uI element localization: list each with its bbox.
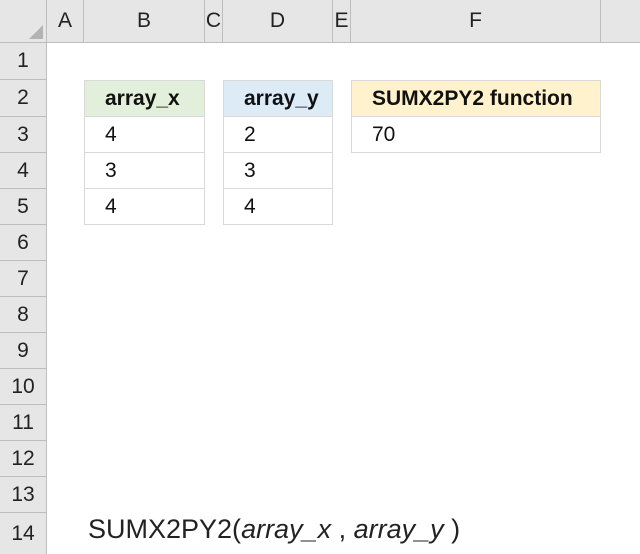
argument-array-y: array_y — [353, 514, 444, 544]
row-header-8[interactable]: 8 — [0, 297, 47, 333]
row-header-12[interactable]: 12 — [0, 441, 47, 477]
column-header-c[interactable]: C — [205, 0, 223, 43]
row-header-4[interactable]: 4 — [0, 153, 47, 189]
closing-paren: ) — [443, 514, 461, 544]
argument-array-x: array_x — [241, 514, 332, 544]
cell-b4[interactable]: 3 — [84, 152, 205, 189]
column-header-d[interactable]: D — [223, 0, 333, 43]
column-header-e[interactable]: E — [333, 0, 351, 43]
argument-separator: , — [331, 514, 354, 544]
row-header-3[interactable]: 3 — [0, 117, 47, 153]
row-header-11[interactable]: 11 — [0, 405, 47, 441]
row-header-10[interactable]: 10 — [0, 369, 47, 405]
row-header-2[interactable]: 2 — [0, 80, 47, 117]
select-all-triangle-icon — [29, 25, 43, 39]
function-syntax-text: SUMX2PY2(array_x , array_y ) — [88, 514, 460, 545]
spreadsheet-grid: A B C D E F 1 2 3 4 5 6 7 8 9 10 11 12 1… — [0, 0, 640, 554]
column-header-b[interactable]: B — [84, 0, 205, 43]
row-header-13[interactable]: 13 — [0, 477, 47, 513]
column-header-g-partial[interactable] — [601, 0, 640, 43]
row-header-14[interactable]: 14 — [0, 513, 47, 554]
cell-d4[interactable]: 3 — [223, 152, 333, 189]
column-header-f[interactable]: F — [351, 0, 601, 43]
row-header-1[interactable]: 1 — [0, 43, 47, 80]
cell-d3[interactable]: 2 — [223, 116, 333, 153]
cell-b5[interactable]: 4 — [84, 188, 205, 225]
cell-b3[interactable]: 4 — [84, 116, 205, 153]
cell-d5[interactable]: 4 — [223, 188, 333, 225]
function-name: SUMX2PY2( — [88, 514, 242, 544]
row-header-5[interactable]: 5 — [0, 189, 47, 225]
row-header-6[interactable]: 6 — [0, 225, 47, 261]
row-header-9[interactable]: 9 — [0, 333, 47, 369]
cell-d2-array-y-header[interactable]: array_y — [223, 80, 333, 117]
select-all-corner[interactable] — [0, 0, 47, 43]
row-header-7[interactable]: 7 — [0, 261, 47, 297]
cell-b2-array-x-header[interactable]: array_x — [84, 80, 205, 117]
cell-f3-result[interactable]: 70 — [351, 116, 601, 153]
cell-f2-function-header[interactable]: SUMX2PY2 function — [351, 80, 601, 117]
column-header-a[interactable]: A — [47, 0, 84, 43]
